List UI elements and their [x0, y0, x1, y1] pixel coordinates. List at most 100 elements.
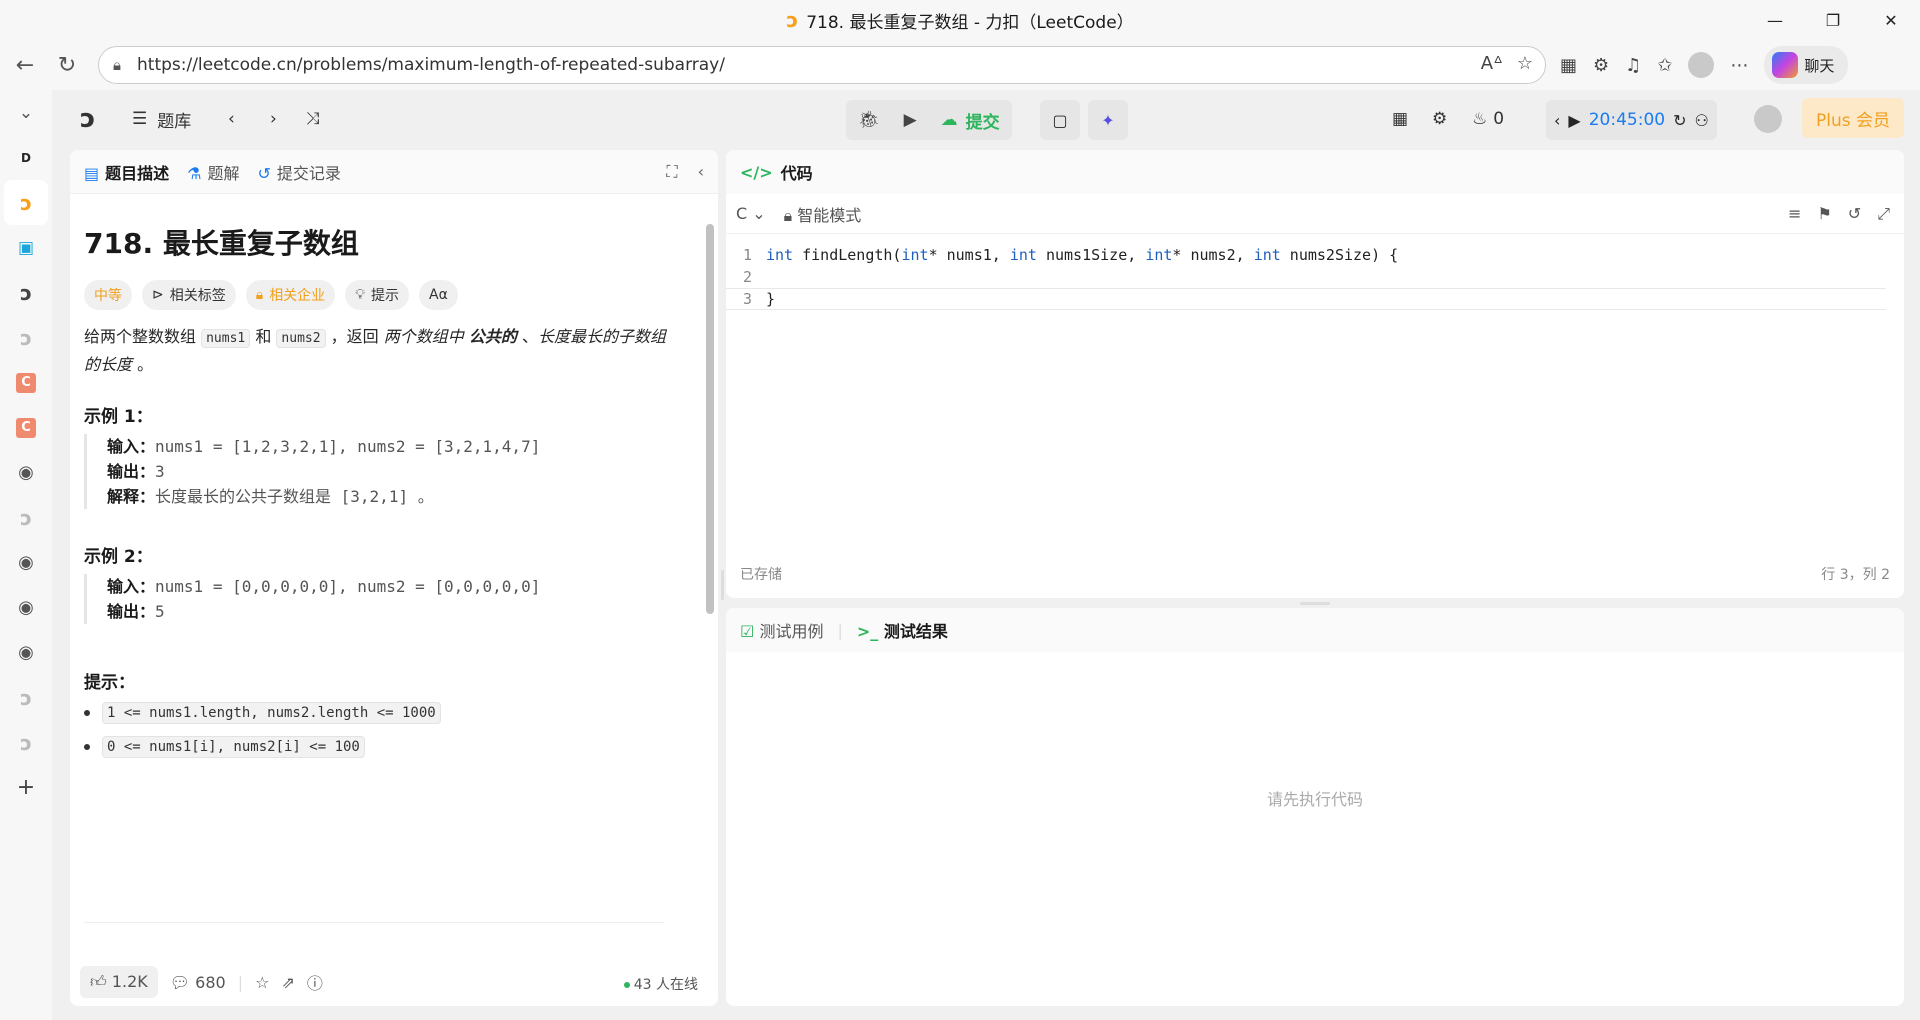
constraint-item: 0 <= nums1[i], nums2[i] <= 100 [84, 736, 365, 758]
translate-button[interactable]: Aα [419, 280, 458, 310]
description-scrollbar[interactable] [704, 200, 714, 990]
profile-icon[interactable] [1688, 52, 1715, 78]
favorites-icon[interactable]: ✩ [1657, 55, 1672, 76]
chevron-down-icon: ⌄ [752, 204, 766, 223]
hint-button[interactable]: 💡︎ 提示 [345, 280, 409, 310]
github-icon[interactable]: ◉ [0, 585, 52, 630]
plus-icon[interactable]: + [0, 765, 52, 810]
code-icon: </> [740, 162, 773, 182]
scrollbar-thumb[interactable] [706, 224, 714, 614]
example2-block: 输入：nums1 = [0,0,0,0,0], nums2 = [0,0,0,0… [84, 574, 674, 624]
timer-value[interactable]: 20:45:00 [1589, 110, 1665, 130]
input-label: 输入： [107, 577, 156, 596]
tab-submissions[interactable]: ↺ 提交记录 [258, 160, 341, 184]
browser-toolbar: ← ↻ 🔒︎ https://leetcode.cn/problems/maxi… [0, 40, 1920, 90]
fire-count: 0 [1493, 109, 1505, 129]
related-tags-button[interactable]: ⊳ 相关标签 [142, 280, 236, 310]
more-icon[interactable]: ⋯ [1730, 55, 1748, 76]
back-arrow-icon[interactable]: ← [4, 47, 46, 83]
sidebar-tab-c1[interactable]: C [0, 360, 52, 405]
leetcode-logo-icon[interactable]: ↄ [80, 90, 95, 148]
share-icon[interactable]: ⇗ [281, 973, 294, 992]
mode-label: 智能模式 [797, 205, 862, 225]
chevron-left-icon[interactable]: ‹ [228, 90, 235, 148]
minimize-button[interactable]: — [1746, 0, 1804, 40]
problem-list-button[interactable]: ☰ 题库 [132, 90, 191, 148]
star-icon[interactable]: ☆ [255, 973, 269, 992]
sidebar-tab-c2[interactable]: C [0, 405, 52, 450]
code-editor[interactable]: 1 int findLength(int* nums1, int nums1Siz… [726, 244, 1886, 310]
run-icon[interactable]: ▶ [892, 100, 929, 140]
help-icon[interactable]: ⓘ [307, 970, 323, 994]
problem-tags: 中等 ⊳ 相关标签 🔒︎ 相关企业 💡︎ 提示 Aα [84, 280, 458, 310]
format-icon[interactable]: ≡ [1788, 204, 1801, 224]
sidebar-tab-bilibili[interactable]: ▣ [0, 225, 52, 270]
example1-block: 输入：nums1 = [1,2,3,2,1], nums2 = [3,2,1,4… [84, 434, 674, 509]
panel-resizer-horizontal[interactable] [1300, 602, 1330, 605]
code-line: 1 int findLength(int* nums1, int nums1Siz… [726, 244, 1886, 266]
github-icon[interactable]: ◉ [0, 540, 52, 585]
sidebar-tab-leetcode[interactable]: ↄ [4, 180, 48, 225]
qr-icon[interactable]: ▦ [1560, 55, 1577, 76]
tab-testresults[interactable]: >_ 测试结果 [857, 618, 948, 642]
comment-icon: 💬︎ [169, 972, 191, 992]
reset-icon[interactable]: ↻ [1673, 111, 1686, 130]
language-select[interactable]: C ⌄ [736, 204, 766, 223]
refresh-icon[interactable]: ↻ [46, 47, 88, 83]
panel-resizer-vertical[interactable] [721, 570, 724, 600]
chevron-right-icon[interactable]: › [270, 90, 277, 148]
like-button[interactable]: 👍︎ 1.2K [80, 966, 158, 998]
sidebar-tab-d[interactable]: D [0, 135, 52, 180]
sidebar-tab-leetcode-3[interactable]: ↄ [0, 315, 52, 360]
collapse-icon[interactable]: ‹ [698, 162, 704, 182]
problem-body: 718. 最长重复子数组 中等 ⊳ 相关标签 🔒︎ 相关企业 💡︎ 提示 Aα 给两个… [84, 194, 684, 940]
debug-icon[interactable]: 🐞︎ [846, 100, 892, 140]
tab-solutions[interactable]: ⚗ 题解 [187, 160, 239, 184]
undo-icon[interactable]: ↺ [1848, 204, 1861, 224]
gear-icon[interactable]: ⚙ [1432, 90, 1447, 148]
plus-membership-button[interactable]: Plus 会员 [1802, 98, 1904, 138]
sidebar-tab-leetcode-6[interactable]: ↄ [0, 720, 52, 765]
fullscreen-icon[interactable]: ⤢ [1877, 204, 1890, 224]
window-title-text: 718. 最长重复子数组 - 力扣（LeetCode） [806, 12, 1134, 33]
comments-button[interactable]: 💬︎ 680 [170, 973, 226, 992]
tab-testcases-label: 测试用例 [759, 622, 824, 641]
address-bar[interactable]: 🔒︎ https://leetcode.cn/problems/maximum-… [98, 46, 1546, 84]
extension-icon[interactable]: ⚙ [1593, 55, 1609, 76]
related-companies-button[interactable]: 🔒︎ 相关企业 [245, 280, 336, 310]
shuffle-icon[interactable]: ⤨ [306, 90, 320, 148]
fire-counter[interactable]: ♨ 0 [1472, 90, 1504, 148]
related-companies-label: 相关企业 [269, 288, 326, 304]
expand-icon[interactable]: ⛶ [666, 162, 677, 182]
sidebar-tab-leetcode-5[interactable]: ↄ [0, 675, 52, 720]
note-icon[interactable]: ▢ [1040, 100, 1080, 140]
sparkle-icon[interactable]: ✦ [1088, 100, 1128, 140]
mode-select[interactable]: 🔒︎ 智能模式 [784, 202, 862, 226]
music-icon[interactable]: ♫ [1625, 55, 1641, 76]
layout-icon[interactable]: ▦ [1392, 90, 1408, 148]
sidebar-tab-leetcode-4[interactable]: ↄ [0, 495, 52, 540]
github-icon[interactable]: ◉ [0, 630, 52, 675]
chevron-down-icon[interactable]: ⌄ [0, 90, 52, 135]
submit-button[interactable]: ☁ 提交 [929, 100, 1012, 140]
chevron-left-icon[interactable]: ‹ [1554, 111, 1560, 130]
run-icon[interactable]: ▶ [1568, 111, 1580, 130]
add-user-icon[interactable]: ⚇ [1694, 111, 1708, 130]
bookmark-icon[interactable]: ⚑ [1817, 204, 1831, 224]
close-button[interactable]: ✕ [1862, 0, 1920, 40]
difficulty-badge[interactable]: 中等 [84, 280, 132, 310]
terminal-icon: >_ [856, 622, 879, 641]
star-icon[interactable]: ☆ [1517, 53, 1533, 74]
sidebar-tab-leetcode-2[interactable]: ↄ [0, 270, 52, 315]
github-icon[interactable]: ◉ [0, 450, 52, 495]
copilot-icon [1772, 52, 1799, 78]
tab-description[interactable]: ▤ 题目描述 [84, 160, 169, 184]
user-avatar[interactable] [1754, 90, 1782, 148]
maximize-button[interactable]: ❐ [1804, 0, 1862, 40]
chat-button[interactable]: 聊天 [1764, 46, 1849, 84]
tab-testcases[interactable]: ☑ 测试用例 [740, 618, 823, 642]
read-aloud-icon[interactable]: Aᐞ [1481, 53, 1503, 74]
like-count: 1.2K [111, 972, 148, 991]
list-icon: ☰ [132, 109, 148, 129]
comment-count: 680 [195, 972, 226, 992]
